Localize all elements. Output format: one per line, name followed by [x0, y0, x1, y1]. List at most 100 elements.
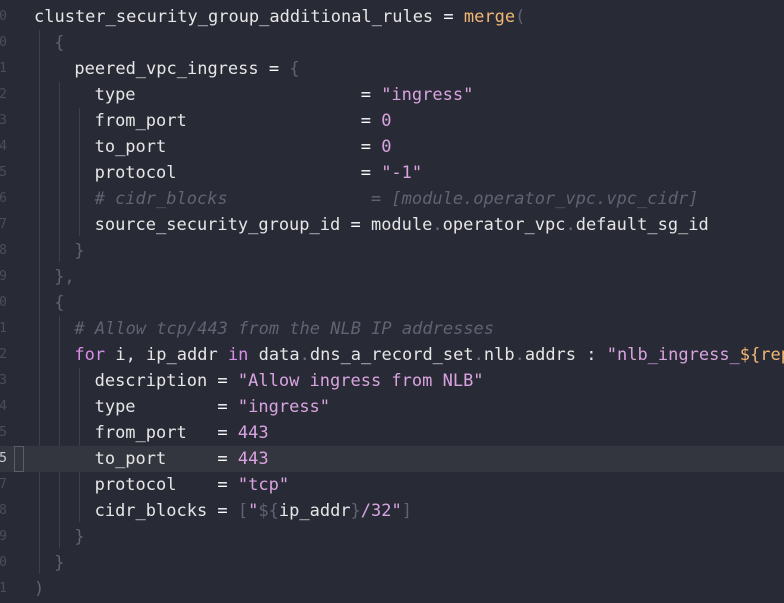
code-line[interactable]: 0 cluster_security_group_additional_rules…: [0, 4, 784, 30]
code-text: {: [54, 290, 64, 316]
code-line[interactable]: 3 description = "Allow ingress from NLB": [0, 368, 784, 394]
code-token: type: [94, 397, 208, 417]
code-text: }: [74, 524, 84, 550]
code-token: source_security_group_id: [94, 215, 341, 235]
code-text: source_security_group_id = module.operat…: [95, 212, 709, 238]
code-line[interactable]: 2 for i, ip_addr in data.dns_a_record_set…: [0, 342, 784, 368]
line-number: 0: [0, 555, 7, 570]
code-line[interactable]: 8 cidr_blocks = ["${ip_addr}/32"]: [0, 498, 784, 524]
line-number: 1: [0, 61, 7, 76]
code-line[interactable]: 0{: [0, 290, 784, 316]
code-token: =: [350, 163, 382, 183]
code-token: .: [432, 215, 443, 235]
code-token: .: [473, 345, 484, 365]
code-token: "tcp": [237, 475, 290, 495]
line-number: 2: [0, 87, 7, 102]
code-token: cidr_blocks: [94, 501, 208, 521]
code-line[interactable]: 6 # cidr_blocks = [module.operator_vpc.vp…: [0, 186, 784, 212]
code-token: peered_vpc_ingress: [74, 59, 259, 79]
code-text: cidr_blocks = ["${ip_addr}/32"]: [95, 498, 412, 524]
code-text: # Allow tcp/443 from the NLB IP addresse…: [74, 316, 494, 342]
code-token: ": [248, 501, 259, 521]
code-token: =: [350, 137, 382, 157]
code-token: =: [207, 397, 238, 417]
code-token: type: [94, 85, 351, 105]
code-text: protocol = "tcp": [95, 472, 290, 498]
code-line[interactable]: 5 protocol = "-1": [0, 160, 784, 186]
code-token: =: [350, 85, 382, 105]
code-token: }: [74, 527, 85, 547]
code-token: =: [350, 111, 382, 131]
line-number: 0: [0, 35, 7, 50]
line-number: 3: [0, 113, 7, 128]
code-token: # cidr_blocks = [module.operator_vpc.vpc…: [94, 189, 699, 209]
code-token: addrs :: [524, 345, 607, 365]
line-number: 9: [0, 269, 7, 284]
code-token: ): [34, 579, 45, 599]
code-token: default_sg_id: [575, 215, 709, 235]
code-token: =: [207, 475, 238, 495]
code-line-current[interactable]: 5 to_port = 443: [0, 446, 784, 472]
code-token: {: [54, 33, 65, 53]
code-text: from_port = 0: [95, 108, 392, 134]
code-token: (: [515, 7, 526, 27]
code-token: .: [299, 345, 310, 365]
text-cursor: [14, 446, 24, 472]
line-number: 9: [0, 529, 7, 544]
line-number: 7: [0, 477, 7, 492]
code-line[interactable]: 1): [0, 576, 784, 602]
code-line[interactable]: 7 source_security_group_id = module.opera…: [0, 212, 784, 238]
code-text: description = "Allow ingress from NLB": [95, 368, 484, 394]
code-token: =: [207, 371, 238, 391]
code-token: .: [565, 215, 576, 235]
code-token: i, ip_addr: [105, 345, 228, 365]
code-line[interactable]: 4 to_port = 0: [0, 134, 784, 160]
code-line[interactable]: 9},: [0, 264, 784, 290]
code-text: protocol = "-1": [95, 160, 423, 186]
code-token: {: [289, 59, 300, 79]
line-number: 4: [0, 139, 7, 154]
code-line[interactable]: 7 protocol = "tcp": [0, 472, 784, 498]
code-text: to_port = 443: [95, 446, 269, 472]
code-line[interactable]: 2 type = "ingress": [0, 82, 784, 108]
code-token: =: [433, 7, 464, 27]
code-token: "nlb_ingress_: [606, 345, 740, 365]
code-token: 0: [381, 111, 392, 131]
code-line[interactable]: 3 from_port = 0: [0, 108, 784, 134]
code-line[interactable]: 5 from_port = 443: [0, 420, 784, 446]
code-token: .: [514, 345, 525, 365]
code-token: ${: [258, 501, 279, 521]
code-text: },: [54, 264, 74, 290]
code-text: for i, ip_addr in data.dns_a_record_set.…: [74, 342, 784, 368]
code-line[interactable]: 1 peered_vpc_ingress = {: [0, 56, 784, 82]
code-text: peered_vpc_ingress = {: [74, 56, 299, 82]
code-text: type = "ingress": [95, 394, 330, 420]
code-token: =: [207, 501, 238, 521]
code-token: =: [258, 59, 290, 79]
line-number: 5: [0, 425, 7, 440]
code-text: ): [34, 576, 44, 602]
code-text: cluster_security_group_additional_rules …: [34, 4, 525, 30]
code-line[interactable]: 0{: [0, 30, 784, 56]
code-editor[interactable]: 0 cluster_security_group_additional_rules…: [0, 0, 784, 603]
code-token: {: [54, 293, 65, 313]
line-number: 8: [0, 243, 7, 258]
code-line[interactable]: 9}: [0, 524, 784, 550]
code-line[interactable]: 1 # Allow tcp/443 from the NLB IP address…: [0, 316, 784, 342]
code-token: ]: [401, 501, 412, 521]
code-line[interactable]: 0}: [0, 550, 784, 576]
code-line[interactable]: 8}: [0, 238, 784, 264]
code-token: "ingress": [237, 397, 331, 417]
code-token: =: [340, 215, 371, 235]
code-token: operator_vpc: [442, 215, 566, 235]
code-token: to_port: [94, 137, 351, 157]
code-token: },: [54, 267, 75, 287]
code-text: }: [74, 238, 84, 264]
code-line[interactable]: 4 type = "ingress": [0, 394, 784, 420]
line-number: 5: [0, 451, 7, 466]
code-token: data: [248, 345, 300, 365]
line-number: 8: [0, 503, 7, 518]
code-token: ${: [739, 345, 761, 365]
code-token: to_port: [94, 449, 208, 469]
code-token: }: [74, 241, 85, 261]
